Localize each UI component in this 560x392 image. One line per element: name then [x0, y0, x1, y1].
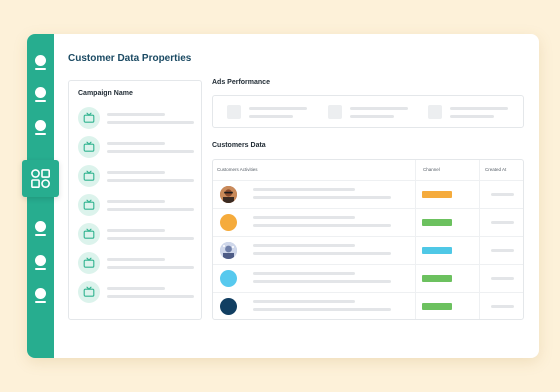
tv-icon	[78, 223, 100, 245]
sidebar-item-active[interactable]	[22, 160, 59, 197]
apps-grid-icon	[31, 169, 50, 188]
table-row[interactable]	[213, 208, 523, 236]
customers-table: Customers Activities Channel Created At	[212, 159, 524, 320]
metric-placeholder-icon	[328, 105, 342, 119]
column-header-created-at[interactable]: Created At	[485, 167, 506, 172]
column-header-channel[interactable]: Channel	[423, 167, 440, 172]
campaign-list-item[interactable]	[78, 165, 198, 187]
campaign-list-item[interactable]	[78, 281, 198, 303]
table-row[interactable]	[213, 180, 523, 208]
campaign-list-item[interactable]	[78, 136, 198, 158]
tv-icon	[78, 281, 100, 303]
avatar	[220, 270, 237, 287]
app-window: Customer Data Properties Campaign Name A…	[22, 34, 539, 358]
page-title: Customer Data Properties	[68, 53, 192, 64]
avatar	[220, 242, 237, 259]
avatar	[220, 186, 237, 203]
ads-performance-card	[212, 95, 524, 128]
tv-icon	[78, 194, 100, 216]
customers-data-title: Customers Data	[212, 142, 266, 149]
channel-badge	[422, 219, 452, 226]
campaign-panel-title: Campaign Name	[78, 90, 133, 97]
campaign-panel: Campaign Name	[68, 80, 202, 320]
metric-placeholder-icon	[227, 105, 241, 119]
sidebar-user-icon-4[interactable]	[35, 221, 46, 237]
sidebar-user-icon-3[interactable]	[35, 120, 46, 136]
metric-placeholder-icon	[428, 105, 442, 119]
tv-icon	[78, 136, 100, 158]
sidebar-user-icon-1[interactable]	[35, 55, 46, 71]
campaign-list-item[interactable]	[78, 194, 198, 216]
channel-badge	[422, 191, 452, 198]
campaign-list-item[interactable]	[78, 107, 198, 129]
tv-icon	[78, 252, 100, 274]
column-header-activities[interactable]: Customers Activities	[217, 167, 258, 172]
channel-badge	[422, 303, 452, 310]
sidebar-user-icon-6[interactable]	[35, 288, 46, 304]
channel-badge	[422, 247, 452, 254]
campaign-list-item[interactable]	[78, 252, 198, 274]
avatar	[220, 298, 237, 315]
tv-icon	[78, 107, 100, 129]
channel-badge	[422, 275, 452, 282]
ads-performance-title: Ads Performance	[212, 79, 270, 86]
tv-icon	[78, 165, 100, 187]
campaign-list-item[interactable]	[78, 223, 198, 245]
sidebar-user-icon-5[interactable]	[35, 255, 46, 271]
table-row[interactable]	[213, 236, 523, 264]
table-row[interactable]	[213, 292, 523, 320]
sidebar-user-icon-2[interactable]	[35, 87, 46, 103]
avatar	[220, 214, 237, 231]
table-row[interactable]	[213, 264, 523, 292]
